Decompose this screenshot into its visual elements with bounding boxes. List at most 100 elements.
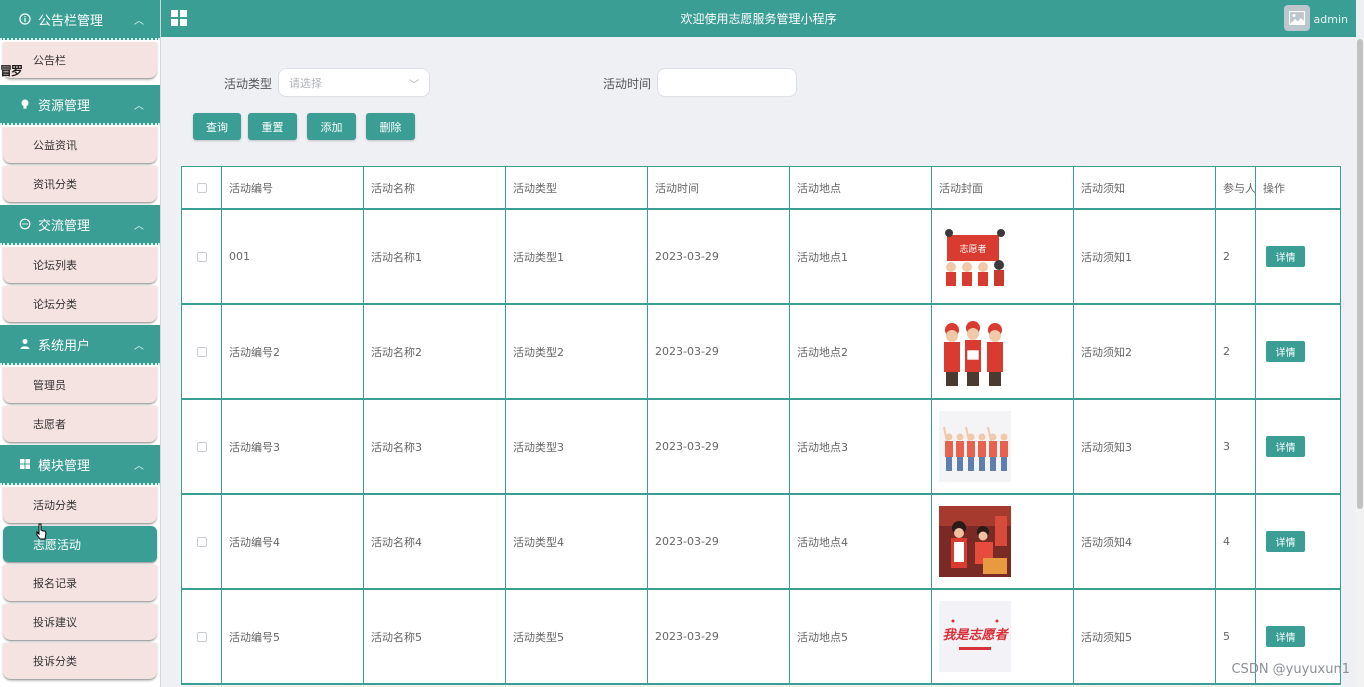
cell-time: 2023-03-29 <box>647 495 789 588</box>
sidebar-item-signup-records[interactable]: 报名记录 <box>3 565 157 602</box>
query-button[interactable]: 查询 <box>193 113 241 140</box>
sidebar: 公告栏管理 ︿ 公告栏 资源管理 ︿ 公益资讯 资讯分类 交流管理 ︿ 论坛列表… <box>0 0 161 687</box>
cover-banner-text: 志愿者 <box>959 243 986 255</box>
select-all-checkbox[interactable] <box>196 182 207 193</box>
username[interactable]: admin <box>1314 13 1348 26</box>
sidebar-group-communication[interactable]: 交流管理 ︿ <box>0 205 160 245</box>
cell-notice: 活动须知4 <box>1073 495 1215 588</box>
row-checkbox[interactable] <box>196 346 207 357</box>
cell-id: 活动编号4 <box>221 495 363 588</box>
sidebar-group-resources[interactable]: 资源管理 ︿ <box>0 85 160 125</box>
sidebar-item-complaint-category[interactable]: 投诉分类 <box>3 643 157 680</box>
row-select-cell <box>181 590 221 683</box>
sidebar-item-volunteer-activity[interactable]: 志愿活动 <box>3 526 157 563</box>
stray-overlay-text: 冒罗 <box>0 64 23 78</box>
delete-button[interactable]: 删除 <box>366 113 415 140</box>
sidebar-item-activity-category[interactable]: 活动分类 <box>3 487 157 524</box>
cover-image <box>939 316 1011 387</box>
lightbulb-icon <box>18 97 32 111</box>
cell-time: 2023-03-29 <box>647 305 789 398</box>
sidebar-item-admin[interactable]: 管理员 <box>3 367 157 404</box>
cover-image <box>939 411 1011 482</box>
watermark: CSDN @yuyuxun1 <box>1231 662 1350 677</box>
cell-time: 2023-03-29 <box>647 210 789 303</box>
table-row: 活动编号5 活动名称5 活动类型5 2023-03-29 活动地点5 我是志愿者… <box>181 590 1341 685</box>
column-header: 操作 <box>1255 167 1341 208</box>
user-icon <box>18 337 32 351</box>
vertical-scrollbar[interactable] <box>1356 37 1364 687</box>
add-button[interactable]: 添加 <box>307 113 356 140</box>
avatar[interactable] <box>1284 5 1310 31</box>
detail-button[interactable]: 详情 <box>1266 626 1305 647</box>
cell-cover <box>931 495 1073 588</box>
cell-type: 活动类型1 <box>505 210 647 303</box>
cell-notice: 活动须知2 <box>1073 305 1215 398</box>
column-header: 活动时间 <box>647 167 789 208</box>
scrollbar-thumb[interactable] <box>1357 39 1363 509</box>
cell-name: 活动名称1 <box>363 210 505 303</box>
row-checkbox[interactable] <box>196 251 207 262</box>
reset-button[interactable]: 重置 <box>248 113 297 140</box>
cell-place: 活动地点4 <box>789 495 931 588</box>
sidebar-group-label: 模块管理 <box>38 458 91 474</box>
chevron-up-icon: ︿ <box>134 15 144 27</box>
sidebar-group-bulletin[interactable]: 公告栏管理 ︿ <box>0 0 160 40</box>
row-checkbox[interactable] <box>196 631 207 642</box>
cell-actions: 详情 <box>1255 305 1341 398</box>
activity-type-label: 活动类型 <box>224 77 273 91</box>
cell-cover <box>931 400 1073 493</box>
cell-time: 2023-03-29 <box>647 400 789 493</box>
table-header-row: 活动编号 活动名称 活动类型 活动时间 活动地点 活动封面 活动须知 参与人数 … <box>181 167 1341 210</box>
cell-actions: 详情 <box>1255 495 1341 588</box>
detail-button[interactable]: 详情 <box>1266 531 1305 552</box>
cell-place: 活动地点2 <box>789 305 931 398</box>
cell-time: 2023-03-29 <box>647 590 789 683</box>
cell-id: 001 <box>221 210 363 303</box>
activity-table: 活动编号 活动名称 活动类型 活动时间 活动地点 活动封面 活动须知 参与人数 … <box>181 166 1341 685</box>
cover-image: 志愿者 <box>939 221 1011 292</box>
cell-place: 活动地点3 <box>789 400 931 493</box>
cell-id: 活动编号3 <box>221 400 363 493</box>
sidebar-group-system-users[interactable]: 系统用户 ︿ <box>0 325 160 365</box>
activity-type-select[interactable]: 请选择 ﹀ <box>278 68 430 97</box>
sidebar-group-label: 资源管理 <box>38 98 91 114</box>
column-header: 参与人数 <box>1215 167 1255 208</box>
sidebar-group-modules[interactable]: 模块管理 ︿ <box>0 445 160 485</box>
table-row: 活动编号4 活动名称4 活动类型4 2023-03-29 活动地点4 活动须知4… <box>181 495 1341 590</box>
activity-time-label: 活动时间 <box>603 77 652 91</box>
cell-name: 活动名称2 <box>363 305 505 398</box>
cell-cover: 志愿者 <box>931 210 1073 303</box>
cover-slogan-text: 我是志愿者 <box>942 627 1009 643</box>
cell-name: 活动名称4 <box>363 495 505 588</box>
grid-icon <box>18 457 32 471</box>
cell-place: 活动地点5 <box>789 590 931 683</box>
cell-count: 2 <box>1215 210 1255 303</box>
chevron-up-icon: ︿ <box>134 100 144 112</box>
cell-id: 活动编号5 <box>221 590 363 683</box>
chat-bubble-icon <box>18 217 32 231</box>
sidebar-item-bulletin[interactable]: 公告栏 <box>3 42 157 79</box>
sidebar-item-news-category[interactable]: 资讯分类 <box>3 166 157 203</box>
row-checkbox[interactable] <box>196 536 207 547</box>
cell-count: 3 <box>1215 400 1255 493</box>
table-row: 活动编号3 活动名称3 活动类型3 2023-03-29 活动地点3 活动须知3… <box>181 400 1341 495</box>
row-checkbox[interactable] <box>196 441 207 452</box>
info-circle-icon <box>18 12 32 26</box>
chevron-down-icon: ﹀ <box>409 80 419 91</box>
cell-actions: 详情 <box>1255 210 1341 303</box>
top-bar: 欢迎使用志愿服务管理小程序 admin <box>161 0 1356 37</box>
detail-button[interactable]: 详情 <box>1266 341 1305 362</box>
cell-type: 活动类型2 <box>505 305 647 398</box>
column-header: 活动类型 <box>505 167 647 208</box>
chevron-up-icon: ︿ <box>134 460 144 472</box>
sidebar-item-volunteer[interactable]: 志愿者 <box>3 406 157 443</box>
sidebar-item-public-news[interactable]: 公益资讯 <box>3 127 157 164</box>
activity-time-input[interactable] <box>657 68 797 97</box>
detail-button[interactable]: 详情 <box>1266 436 1305 457</box>
sidebar-item-forum-list[interactable]: 论坛列表 <box>3 247 157 284</box>
sidebar-item-complaints[interactable]: 投诉建议 <box>3 604 157 641</box>
sidebar-item-forum-category[interactable]: 论坛分类 <box>3 286 157 323</box>
detail-button[interactable]: 详情 <box>1266 246 1305 267</box>
cell-notice: 活动须知5 <box>1073 590 1215 683</box>
column-header: 活动地点 <box>789 167 931 208</box>
